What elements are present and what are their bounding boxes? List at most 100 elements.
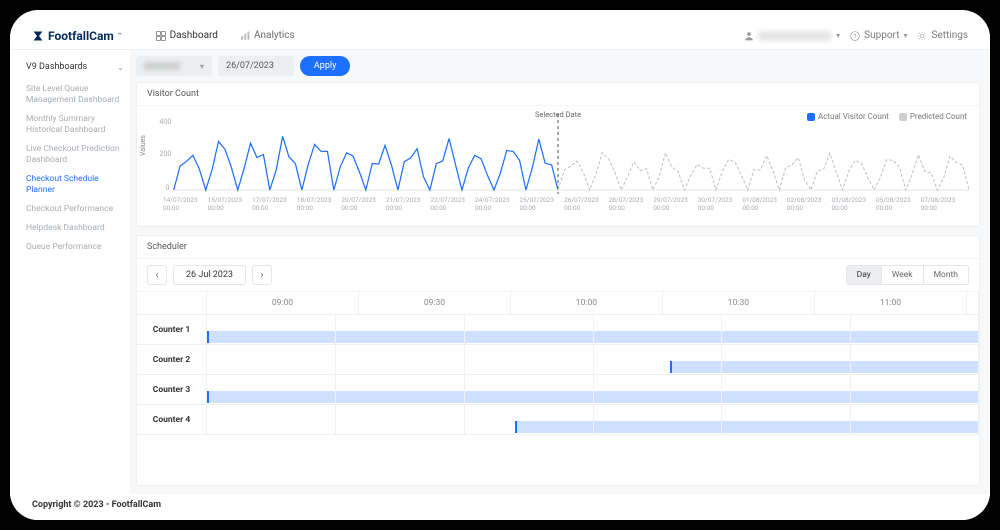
gridline: [850, 375, 851, 404]
sidebar-heading[interactable]: V9 Dashboards ⌄: [20, 58, 130, 76]
x-tick: 17/07/2023 00:00: [252, 196, 297, 212]
next-button[interactable]: ›: [252, 265, 272, 285]
view-week[interactable]: Week: [881, 266, 923, 284]
counter-label: Counter 3: [137, 375, 207, 405]
y-axis-label: Values: [139, 135, 147, 156]
legend-swatch-grey: [899, 113, 907, 121]
site-selector[interactable]: ▾: [136, 56, 212, 76]
legend-swatch-blue: [807, 113, 815, 121]
x-tick: 02/08/2023 00:00: [787, 196, 832, 212]
gridline: [335, 315, 336, 344]
schedule-bar[interactable]: [670, 361, 978, 373]
view-day[interactable]: Day: [847, 266, 881, 284]
sidebar-item[interactable]: Checkout Schedule Planner: [26, 170, 130, 200]
app-body: V9 Dashboards ⌄ Site Level Queue Managem…: [10, 50, 990, 494]
gridline: [593, 345, 594, 374]
date-input[interactable]: 26/07/2023: [218, 56, 294, 76]
legend-predicted: Predicted Count: [899, 112, 967, 121]
apply-button[interactable]: Apply: [300, 56, 350, 76]
date-value: 26/07/2023: [226, 61, 274, 71]
x-tick: 14/07/2023 00:00: [163, 196, 208, 212]
gridline: [464, 405, 465, 434]
x-tick: 01/08/2023 00:00: [742, 196, 787, 212]
gridline: [335, 405, 336, 434]
filter-bar: ▾ 26/07/2023 Apply: [136, 56, 980, 76]
sidebar-item[interactable]: Queue Performance: [26, 238, 130, 257]
counter-label: Counter 2: [137, 345, 207, 375]
time-header: 09:30: [359, 292, 511, 315]
settings-label: Settings: [931, 30, 968, 41]
x-tick: 07/08/2023 00:00: [921, 196, 966, 212]
svg-text:0: 0: [165, 183, 169, 192]
gridline: [721, 345, 722, 374]
counter-label: Counter 4: [137, 405, 207, 435]
question-icon: ?: [850, 31, 860, 41]
view-month[interactable]: Month: [923, 266, 968, 284]
top-nav: Dashboard Analytics: [148, 26, 303, 45]
chart-svg: 400 200 0: [147, 114, 969, 194]
grid-corner: [137, 292, 207, 315]
nav-dashboard-label: Dashboard: [170, 30, 218, 41]
x-tick: 15/07/2023 00:00: [208, 196, 253, 212]
svg-text:400: 400: [159, 117, 171, 126]
support-label: Support: [864, 30, 899, 41]
gridline: [850, 345, 851, 374]
sidebar-item[interactable]: Monthly Summary Historical Dashboard: [26, 110, 130, 140]
sidebar-item[interactable]: Checkout Performance: [26, 200, 130, 219]
x-tick: 28/07/2023 00:00: [609, 196, 654, 212]
time-header: 09:00: [207, 292, 359, 315]
visitor-count-card: Visitor Count Selected Date Actual Visit…: [136, 82, 980, 227]
prev-button[interactable]: ‹: [147, 265, 167, 285]
chart-title: Visitor Count: [137, 83, 979, 106]
x-tick: 24/07/2023 00:00: [475, 196, 520, 212]
site-selector-value-redacted: [144, 62, 180, 70]
gridline: [593, 405, 594, 434]
top-right: ▾ ? Support ▾ Settings: [744, 30, 968, 41]
gridline: [464, 345, 465, 374]
gridline: [593, 315, 594, 344]
footer: Copyright © 2023 - FootfallCam: [10, 494, 990, 520]
brand-tm: ™: [118, 32, 122, 39]
counter-track: [207, 375, 979, 405]
sidebar-item[interactable]: Live Checkout Prediction Dashboard: [26, 140, 130, 170]
svg-text:?: ?: [854, 32, 857, 40]
settings-link[interactable]: Settings: [917, 30, 968, 41]
support-link[interactable]: ? Support ▾: [850, 30, 907, 41]
sidebar-item[interactable]: Site Level Queue Management Dashboard: [26, 80, 130, 110]
bar-chart-icon: [240, 31, 250, 41]
x-tick: 25/07/2023 00:00: [520, 196, 565, 212]
nav-dashboard[interactable]: Dashboard: [148, 26, 226, 45]
schedule-bar[interactable]: [515, 421, 978, 433]
x-tick: 20/07/2023 00:00: [341, 196, 386, 212]
gridline: [464, 375, 465, 404]
chevron-down-icon: ⌄: [117, 63, 124, 72]
scheduler-grid: 09:0009:3010:0010:3011:00Counter 1Counte…: [137, 292, 979, 435]
gear-icon: [917, 31, 927, 41]
svg-text:200: 200: [159, 149, 171, 158]
sidebar-item[interactable]: Helpdesk Dashboard: [26, 219, 130, 238]
x-tick: 21/07/2023 00:00: [386, 196, 431, 212]
nav-analytics[interactable]: Analytics: [232, 26, 303, 45]
user-menu[interactable]: ▾: [744, 31, 840, 41]
time-header: 10:00: [511, 292, 663, 315]
sidebar-items: Site Level Queue Management DashboardMon…: [20, 76, 130, 258]
user-icon: [744, 31, 754, 41]
scheduler-toolbar: ‹ 26 Jul 2023 › Day Week Month: [137, 259, 979, 292]
chart-legend: Actual Visitor Count Predicted Count: [807, 112, 967, 121]
scheduler-title: Scheduler: [137, 236, 979, 259]
time-header: 11:00: [815, 292, 967, 315]
sidebar: V9 Dashboards ⌄ Site Level Queue Managem…: [10, 50, 130, 494]
brand-logo: FootfallCam ™: [32, 29, 122, 43]
scheduler-date[interactable]: 26 Jul 2023: [173, 265, 246, 285]
user-name-redacted: [758, 31, 832, 41]
gridline: [721, 405, 722, 434]
x-tick: 18/07/2023 00:00: [297, 196, 342, 212]
gridline: [721, 315, 722, 344]
scheduler-date-label: 26 Jul 2023: [186, 270, 233, 280]
view-segment: Day Week Month: [846, 265, 969, 285]
gridline: [335, 345, 336, 374]
chevron-down-icon: ▾: [200, 62, 204, 71]
main: ▾ 26/07/2023 Apply Visitor Count Selecte…: [130, 50, 990, 494]
x-tick: 30/07/2023 00:00: [698, 196, 743, 212]
gridline: [464, 315, 465, 344]
